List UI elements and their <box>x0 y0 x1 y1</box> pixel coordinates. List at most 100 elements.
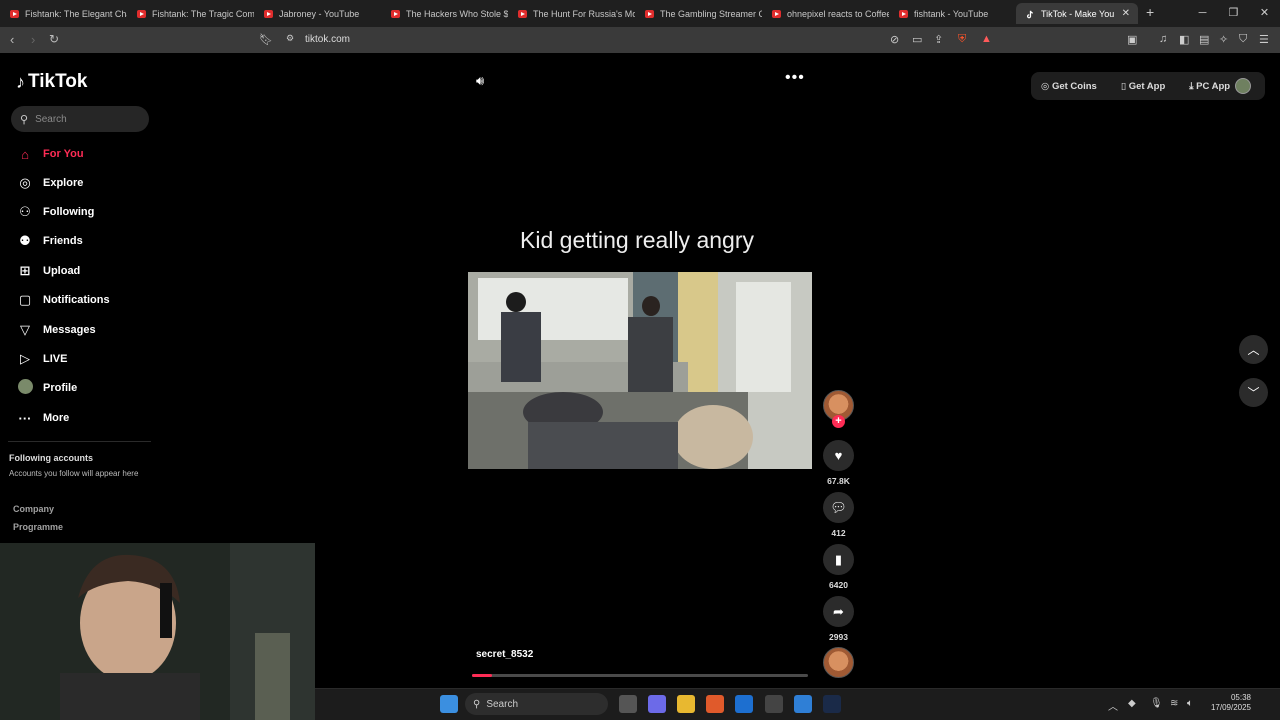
video-author[interactable]: secret_8532 <box>476 649 533 660</box>
share-count: 2993 <box>829 632 848 642</box>
forward-icon[interactable]: › <box>31 32 35 47</box>
nav-explore[interactable]: ◎ Explore <box>16 172 83 194</box>
footer-link-company[interactable]: Company <box>13 504 54 514</box>
reader-icon[interactable]: ◧ <box>1179 33 1189 46</box>
home-icon: ⌂ <box>21 146 29 162</box>
outlook-icon[interactable] <box>735 695 753 713</box>
vpn-icon[interactable]: ⛉ <box>1239 33 1247 46</box>
tiktok-logo[interactable]: ♪ TikTok <box>16 71 87 93</box>
like-count: 67.8K <box>827 476 850 486</box>
volume-icon[interactable]: 🔊︎ <box>476 73 484 89</box>
chevron-up-icon: ︿ <box>1247 343 1260 357</box>
follow-plus-icon[interactable]: + <box>832 415 845 428</box>
get-app-button[interactable]: ▯ Get App <box>1121 81 1177 92</box>
brave-icon[interactable] <box>706 695 724 713</box>
compass-icon: ◎ <box>19 175 31 190</box>
search-icon: ⚲ <box>20 113 29 126</box>
comment-button[interactable]: 💬︎ <box>823 492 854 523</box>
restore-icon[interactable]: ❐ <box>1218 0 1249 27</box>
browser-tab[interactable]: Fishtank: The Tragic Come <box>127 3 254 24</box>
share-button[interactable]: ➦ <box>823 596 854 627</box>
chevron-down-icon: ﹀ <box>1247 386 1260 400</box>
browser-tab[interactable]: The Hackers Who Stole $1 <box>381 3 508 24</box>
video-progress-bar[interactable] <box>472 674 808 677</box>
footer-link-programme[interactable]: Programme <box>13 522 63 532</box>
taskbar-clock[interactable]: 05:38 17/09/2025 <box>1205 693 1251 713</box>
reload-icon[interactable]: ↻ <box>49 32 59 46</box>
browser-tab[interactable]: ohnepixel reacts to Coffee <box>762 3 889 24</box>
youtube-icon <box>264 9 273 18</box>
bookmark-icon[interactable]: 🔖︎ <box>259 33 273 46</box>
browser-tab[interactable]: The Gambling Streamer G <box>635 3 762 24</box>
nav-live[interactable]: ▷ LIVE <box>16 348 67 370</box>
window-controls: ─ ❐ ✕ <box>1187 0 1280 27</box>
browser-tab[interactable]: fishtank - YouTube <box>889 3 1016 24</box>
heart-icon: ♥ <box>834 448 843 463</box>
browser-tab[interactable]: Jabroney - YouTube <box>254 3 381 24</box>
site-info-icon[interactable]: ⚙ <box>286 33 294 44</box>
copilot-icon[interactable] <box>648 695 666 713</box>
webcam-feed <box>0 543 315 720</box>
microphone-icon[interactable]: 🎙︎ <box>1150 698 1163 709</box>
translate-icon[interactable]: ⊘ <box>890 33 899 46</box>
close-tab-icon[interactable]: ✕ <box>1122 8 1130 19</box>
get-coins-button[interactable]: ◎ Get Coins <box>1041 81 1109 92</box>
nav-notifications[interactable]: ▢ Notifications <box>16 289 110 311</box>
menu-icon[interactable]: ☰ <box>1259 33 1269 46</box>
task-view-icon[interactable] <box>619 695 637 713</box>
video-player[interactable] <box>468 272 812 469</box>
taskbar-search[interactable]: ⚲ Search <box>465 693 608 715</box>
wifi-icon[interactable]: ≋ <box>1170 698 1178 709</box>
previous-video-button[interactable]: ︿ <box>1239 335 1268 364</box>
nav-profile[interactable]: Profile <box>16 377 77 399</box>
video-caption: Kid getting really angry <box>520 227 754 253</box>
sound-disc-avatar[interactable] <box>823 647 854 678</box>
rewards-icon[interactable]: ▲ <box>981 33 992 45</box>
sidebar-toggle-icon[interactable]: ▣ <box>1127 33 1137 46</box>
leo-icon[interactable]: ✧ <box>1219 33 1228 46</box>
browser-tab[interactable]: The Hunt For Russia's Mo <box>508 3 635 24</box>
brave-shield-icon[interactable]: ⛨ <box>958 33 966 46</box>
url-field[interactable]: tiktok.com <box>305 34 350 45</box>
tray-chevron-icon[interactable]: ︿ <box>1108 698 1118 713</box>
app-icon[interactable] <box>765 695 783 713</box>
nav-for-you[interactable]: ⌂ For You <box>16 143 83 165</box>
nav-friends[interactable]: ⚉ Friends <box>16 230 83 252</box>
tray-app-icon[interactable]: ◆ <box>1128 698 1136 709</box>
browser-tab-active[interactable]: TikTok - Make You ✕ <box>1016 3 1138 24</box>
speaker-icon[interactable]: 🔈︎ <box>1187 698 1193 709</box>
following-accounts-hint: Accounts you follow will appear here <box>9 469 139 478</box>
more-options-icon[interactable]: ••• <box>785 69 805 87</box>
minimize-icon[interactable]: ─ <box>1187 0 1218 27</box>
save-count: 6420 <box>829 580 848 590</box>
start-icon[interactable] <box>440 695 458 713</box>
next-video-button[interactable]: ﹀ <box>1239 378 1268 407</box>
share-arrow-icon: ➦ <box>833 603 844 619</box>
close-window-icon[interactable]: ✕ <box>1249 0 1280 27</box>
user-avatar[interactable] <box>1235 78 1251 94</box>
tiktok-note-icon: ♪ <box>16 71 25 92</box>
save-button[interactable]: ▮ <box>823 544 854 575</box>
notepad-icon[interactable] <box>794 695 812 713</box>
search-icon: ⚲ <box>473 698 481 710</box>
nav-messages[interactable]: ▽ Messages <box>16 319 96 341</box>
media-icon[interactable]: ♫ <box>1159 33 1167 45</box>
like-button[interactable]: ♥ <box>823 440 854 471</box>
search-input[interactable]: ⚲ Search <box>11 106 149 132</box>
nav-more[interactable]: ··· More <box>16 407 70 429</box>
wallet-icon[interactable]: ▤ <box>1199 33 1209 46</box>
browser-tab[interactable]: Fishtank: The Elegant Cha <box>0 3 127 24</box>
upload-icon: ⊞ <box>19 263 31 278</box>
nav-upload[interactable]: ⊞ Upload <box>16 260 81 282</box>
friends-icon: ⚉ <box>19 233 31 248</box>
steam-icon[interactable] <box>823 695 841 713</box>
tiktok-icon <box>1026 10 1035 18</box>
new-tab-button[interactable]: + <box>1146 4 1154 20</box>
back-icon[interactable]: ‹ <box>10 32 14 47</box>
video-frame <box>468 272 812 469</box>
share-icon[interactable]: ⇪ <box>934 33 943 46</box>
cast-icon[interactable]: ▭ <box>912 33 922 46</box>
file-explorer-icon[interactable] <box>677 695 695 713</box>
nav-following[interactable]: ⚇ Following <box>16 201 94 223</box>
bookmark-icon: ▮ <box>834 551 843 567</box>
